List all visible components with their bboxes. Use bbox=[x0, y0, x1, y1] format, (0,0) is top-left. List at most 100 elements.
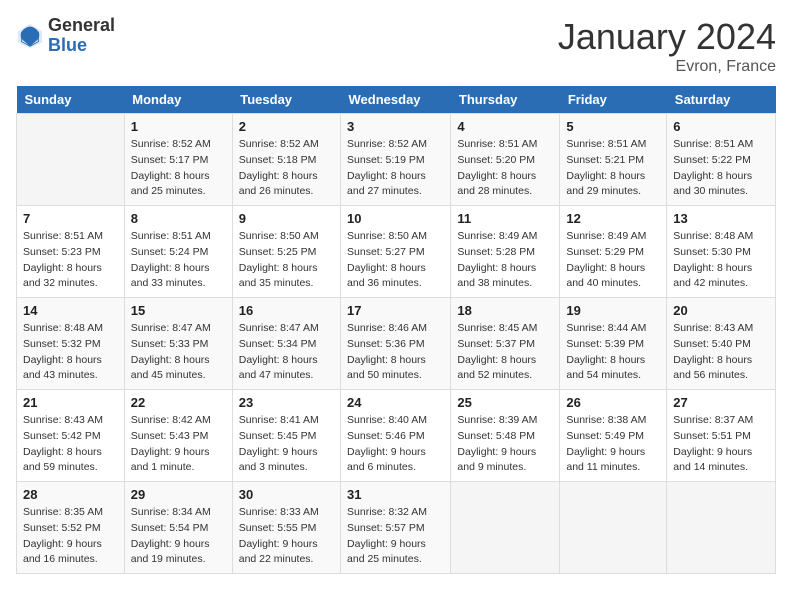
logo-blue: Blue bbox=[48, 36, 115, 56]
day-detail: Sunrise: 8:51 AMSunset: 5:24 PMDaylight:… bbox=[131, 230, 211, 289]
day-detail: Sunrise: 8:32 AMSunset: 5:57 PMDaylight:… bbox=[347, 506, 427, 565]
day-detail: Sunrise: 8:43 AMSunset: 5:42 PMDaylight:… bbox=[23, 414, 103, 473]
day-detail: Sunrise: 8:33 AMSunset: 5:55 PMDaylight:… bbox=[239, 506, 319, 565]
day-number: 26 bbox=[566, 395, 660, 410]
calendar-cell: 20 Sunrise: 8:43 AMSunset: 5:40 PMDaylig… bbox=[667, 298, 776, 390]
day-number: 18 bbox=[457, 303, 553, 318]
day-number: 24 bbox=[347, 395, 444, 410]
calendar-cell: 17 Sunrise: 8:46 AMSunset: 5:36 PMDaylig… bbox=[341, 298, 451, 390]
calendar-cell: 26 Sunrise: 8:38 AMSunset: 5:49 PMDaylig… bbox=[560, 390, 667, 482]
calendar-cell: 22 Sunrise: 8:42 AMSunset: 5:43 PMDaylig… bbox=[124, 390, 232, 482]
calendar-cell: 12 Sunrise: 8:49 AMSunset: 5:29 PMDaylig… bbox=[560, 206, 667, 298]
day-detail: Sunrise: 8:50 AMSunset: 5:27 PMDaylight:… bbox=[347, 230, 427, 289]
day-detail: Sunrise: 8:44 AMSunset: 5:39 PMDaylight:… bbox=[566, 322, 646, 381]
day-detail: Sunrise: 8:35 AMSunset: 5:52 PMDaylight:… bbox=[23, 506, 103, 565]
logo-icon bbox=[16, 22, 44, 50]
calendar-week-1: 1 Sunrise: 8:52 AMSunset: 5:17 PMDayligh… bbox=[17, 114, 776, 206]
calendar-cell: 13 Sunrise: 8:48 AMSunset: 5:30 PMDaylig… bbox=[667, 206, 776, 298]
calendar-cell: 23 Sunrise: 8:41 AMSunset: 5:45 PMDaylig… bbox=[232, 390, 340, 482]
day-detail: Sunrise: 8:39 AMSunset: 5:48 PMDaylight:… bbox=[457, 414, 537, 473]
calendar-week-5: 28 Sunrise: 8:35 AMSunset: 5:52 PMDaylig… bbox=[17, 482, 776, 574]
col-monday: Monday bbox=[124, 86, 232, 114]
day-detail: Sunrise: 8:49 AMSunset: 5:28 PMDaylight:… bbox=[457, 230, 537, 289]
day-number: 31 bbox=[347, 487, 444, 502]
day-number: 27 bbox=[673, 395, 769, 410]
day-detail: Sunrise: 8:42 AMSunset: 5:43 PMDaylight:… bbox=[131, 414, 211, 473]
logo-text: General Blue bbox=[48, 16, 115, 56]
header-row: Sunday Monday Tuesday Wednesday Thursday… bbox=[17, 86, 776, 114]
calendar-cell: 3 Sunrise: 8:52 AMSunset: 5:19 PMDayligh… bbox=[341, 114, 451, 206]
day-detail: Sunrise: 8:51 AMSunset: 5:23 PMDaylight:… bbox=[23, 230, 103, 289]
day-number: 19 bbox=[566, 303, 660, 318]
calendar-cell: 30 Sunrise: 8:33 AMSunset: 5:55 PMDaylig… bbox=[232, 482, 340, 574]
day-number: 29 bbox=[131, 487, 226, 502]
day-number: 5 bbox=[566, 119, 660, 134]
header: General Blue January 2024 Evron, France bbox=[16, 16, 776, 76]
day-number: 17 bbox=[347, 303, 444, 318]
calendar-cell: 28 Sunrise: 8:35 AMSunset: 5:52 PMDaylig… bbox=[17, 482, 125, 574]
day-number: 7 bbox=[23, 211, 118, 226]
location-title: Evron, France bbox=[558, 58, 776, 76]
day-number: 15 bbox=[131, 303, 226, 318]
day-number: 22 bbox=[131, 395, 226, 410]
calendar-cell bbox=[560, 482, 667, 574]
day-detail: Sunrise: 8:34 AMSunset: 5:54 PMDaylight:… bbox=[131, 506, 211, 565]
day-detail: Sunrise: 8:47 AMSunset: 5:33 PMDaylight:… bbox=[131, 322, 211, 381]
day-number: 10 bbox=[347, 211, 444, 226]
calendar-table: Sunday Monday Tuesday Wednesday Thursday… bbox=[16, 86, 776, 574]
calendar-cell: 4 Sunrise: 8:51 AMSunset: 5:20 PMDayligh… bbox=[451, 114, 560, 206]
calendar-header: Sunday Monday Tuesday Wednesday Thursday… bbox=[17, 86, 776, 114]
month-title: January 2024 bbox=[558, 16, 776, 58]
calendar-cell: 27 Sunrise: 8:37 AMSunset: 5:51 PMDaylig… bbox=[667, 390, 776, 482]
calendar-cell: 9 Sunrise: 8:50 AMSunset: 5:25 PMDayligh… bbox=[232, 206, 340, 298]
calendar-body: 1 Sunrise: 8:52 AMSunset: 5:17 PMDayligh… bbox=[17, 114, 776, 574]
day-number: 20 bbox=[673, 303, 769, 318]
day-number: 13 bbox=[673, 211, 769, 226]
day-detail: Sunrise: 8:50 AMSunset: 5:25 PMDaylight:… bbox=[239, 230, 319, 289]
day-detail: Sunrise: 8:49 AMSunset: 5:29 PMDaylight:… bbox=[566, 230, 646, 289]
calendar-cell: 5 Sunrise: 8:51 AMSunset: 5:21 PMDayligh… bbox=[560, 114, 667, 206]
calendar-week-2: 7 Sunrise: 8:51 AMSunset: 5:23 PMDayligh… bbox=[17, 206, 776, 298]
day-detail: Sunrise: 8:51 AMSunset: 5:21 PMDaylight:… bbox=[566, 138, 646, 197]
calendar-cell: 7 Sunrise: 8:51 AMSunset: 5:23 PMDayligh… bbox=[17, 206, 125, 298]
calendar-cell: 8 Sunrise: 8:51 AMSunset: 5:24 PMDayligh… bbox=[124, 206, 232, 298]
day-detail: Sunrise: 8:38 AMSunset: 5:49 PMDaylight:… bbox=[566, 414, 646, 473]
calendar-cell: 31 Sunrise: 8:32 AMSunset: 5:57 PMDaylig… bbox=[341, 482, 451, 574]
day-number: 30 bbox=[239, 487, 334, 502]
calendar-cell: 2 Sunrise: 8:52 AMSunset: 5:18 PMDayligh… bbox=[232, 114, 340, 206]
calendar-cell: 24 Sunrise: 8:40 AMSunset: 5:46 PMDaylig… bbox=[341, 390, 451, 482]
day-number: 25 bbox=[457, 395, 553, 410]
day-detail: Sunrise: 8:46 AMSunset: 5:36 PMDaylight:… bbox=[347, 322, 427, 381]
day-number: 4 bbox=[457, 119, 553, 134]
day-number: 21 bbox=[23, 395, 118, 410]
calendar-cell: 21 Sunrise: 8:43 AMSunset: 5:42 PMDaylig… bbox=[17, 390, 125, 482]
day-number: 14 bbox=[23, 303, 118, 318]
day-detail: Sunrise: 8:40 AMSunset: 5:46 PMDaylight:… bbox=[347, 414, 427, 473]
col-sunday: Sunday bbox=[17, 86, 125, 114]
day-detail: Sunrise: 8:52 AMSunset: 5:18 PMDaylight:… bbox=[239, 138, 319, 197]
day-detail: Sunrise: 8:51 AMSunset: 5:20 PMDaylight:… bbox=[457, 138, 537, 197]
day-detail: Sunrise: 8:52 AMSunset: 5:19 PMDaylight:… bbox=[347, 138, 427, 197]
calendar-cell bbox=[17, 114, 125, 206]
title-area: January 2024 Evron, France bbox=[558, 16, 776, 76]
day-detail: Sunrise: 8:47 AMSunset: 5:34 PMDaylight:… bbox=[239, 322, 319, 381]
calendar-week-4: 21 Sunrise: 8:43 AMSunset: 5:42 PMDaylig… bbox=[17, 390, 776, 482]
day-detail: Sunrise: 8:37 AMSunset: 5:51 PMDaylight:… bbox=[673, 414, 753, 473]
calendar-cell: 18 Sunrise: 8:45 AMSunset: 5:37 PMDaylig… bbox=[451, 298, 560, 390]
day-detail: Sunrise: 8:51 AMSunset: 5:22 PMDaylight:… bbox=[673, 138, 753, 197]
calendar-cell: 14 Sunrise: 8:48 AMSunset: 5:32 PMDaylig… bbox=[17, 298, 125, 390]
col-friday: Friday bbox=[560, 86, 667, 114]
calendar-cell: 15 Sunrise: 8:47 AMSunset: 5:33 PMDaylig… bbox=[124, 298, 232, 390]
calendar-cell: 1 Sunrise: 8:52 AMSunset: 5:17 PMDayligh… bbox=[124, 114, 232, 206]
day-number: 28 bbox=[23, 487, 118, 502]
day-number: 2 bbox=[239, 119, 334, 134]
calendar-cell bbox=[667, 482, 776, 574]
day-detail: Sunrise: 8:45 AMSunset: 5:37 PMDaylight:… bbox=[457, 322, 537, 381]
logo-general: General bbox=[48, 16, 115, 36]
day-detail: Sunrise: 8:52 AMSunset: 5:17 PMDaylight:… bbox=[131, 138, 211, 197]
col-wednesday: Wednesday bbox=[341, 86, 451, 114]
calendar-cell: 19 Sunrise: 8:44 AMSunset: 5:39 PMDaylig… bbox=[560, 298, 667, 390]
day-number: 1 bbox=[131, 119, 226, 134]
logo: General Blue bbox=[16, 16, 115, 56]
calendar-week-3: 14 Sunrise: 8:48 AMSunset: 5:32 PMDaylig… bbox=[17, 298, 776, 390]
